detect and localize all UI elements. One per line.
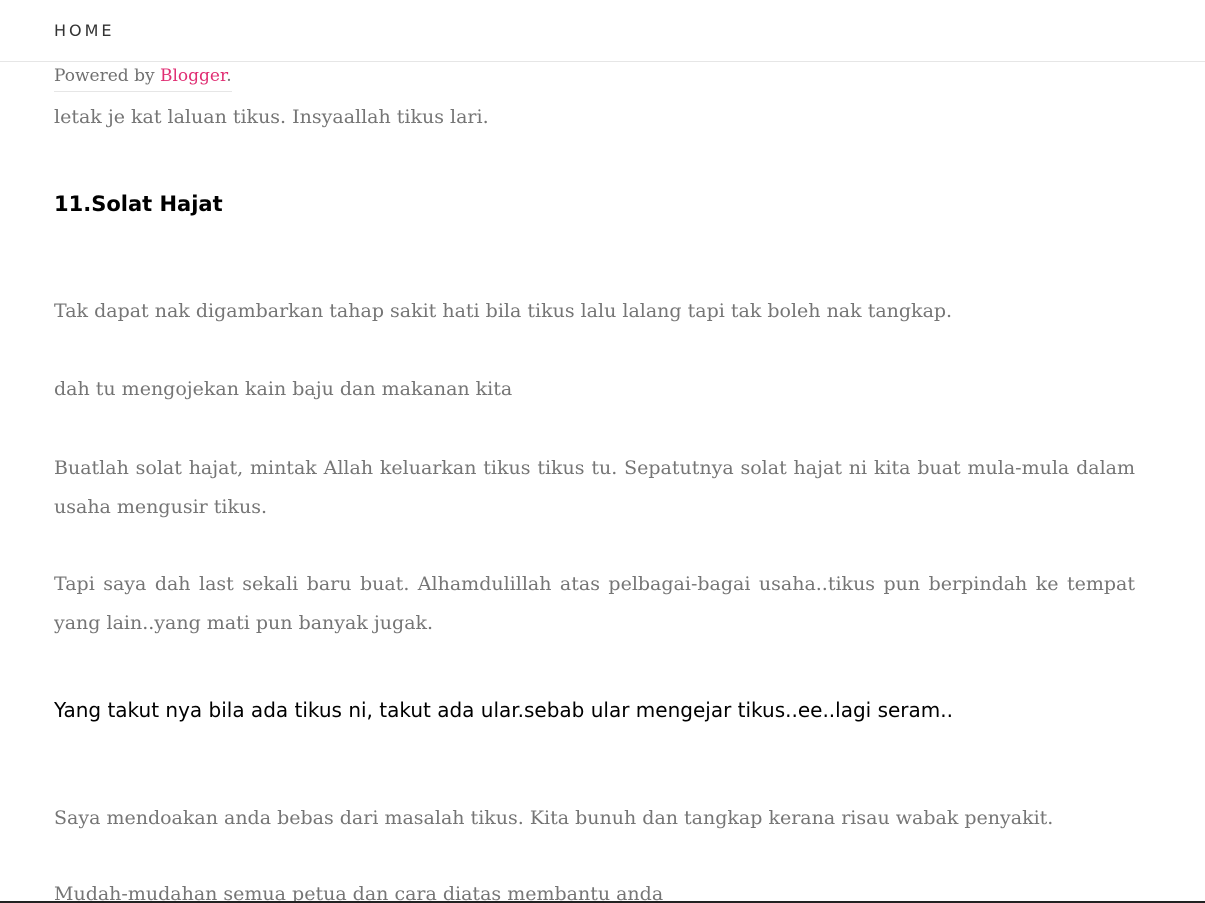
- paragraph-snake-fear: Yang takut nya bila ada tikus ni, takut …: [54, 698, 953, 722]
- paragraph-heartache: Tak dapat nak digambarkan tahap sakit ha…: [54, 300, 953, 322]
- top-navigation-bar: HOME: [0, 0, 1205, 62]
- nav-home-link[interactable]: HOME: [54, 20, 115, 42]
- powered-by-text: Powered by: [54, 66, 160, 86]
- powered-by-period: .: [226, 66, 232, 86]
- paragraph-rat-path: letak je kat laluan tikus. Insyaallah ti…: [54, 106, 489, 128]
- section-heading: 11.Solat Hajat: [54, 192, 223, 216]
- paragraph-prayer: Saya mendoakan anda bebas dari masalah t…: [54, 807, 1054, 829]
- powered-by-attribution: Powered by Blogger.: [54, 65, 232, 92]
- paragraph-last-resort: Tapi saya dah last sekali baru buat. Alh…: [54, 573, 1135, 634]
- blogger-link[interactable]: Blogger: [160, 66, 226, 86]
- article-content: Powered by Blogger. letak je kat laluan …: [54, 62, 1135, 903]
- paragraph-closing: Mudah-mudahan semua petua dan cara diata…: [54, 883, 664, 903]
- paragraph-solat-hajat: Buatlah solat hajat, mintak Allah keluar…: [54, 457, 1135, 518]
- paragraph-ruined-clothes: dah tu mengojekan kain baju dan makanan …: [54, 378, 513, 400]
